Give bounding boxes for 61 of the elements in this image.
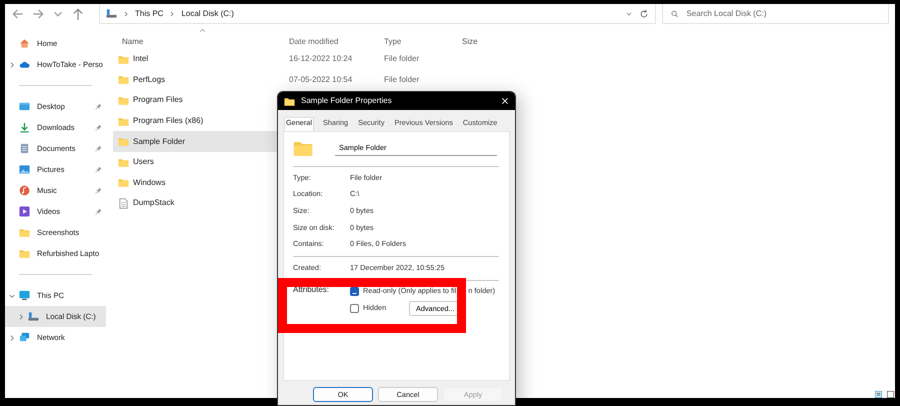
expand-icon[interactable] <box>17 312 25 320</box>
network-icon <box>19 332 30 343</box>
column-header[interactable]: Size <box>462 36 478 49</box>
cloud-icon <box>19 59 30 70</box>
file-name[interactable]: Program Files <box>133 94 183 106</box>
column-header[interactable]: Type <box>384 36 462 49</box>
field-label: Attributes: <box>293 284 330 296</box>
file-name[interactable]: Program Files (x86) <box>133 115 204 128</box>
file-name[interactable]: DumpStack <box>133 197 174 210</box>
checkbox[interactable] <box>350 287 359 296</box>
folder-icon <box>118 54 129 65</box>
file-name[interactable]: Users <box>133 156 154 168</box>
expand-icon[interactable] <box>8 334 16 342</box>
search-icon <box>671 10 678 18</box>
expand-icon[interactable] <box>8 60 16 68</box>
desktop-icon <box>19 101 30 112</box>
folder-icon <box>284 96 295 106</box>
home-icon <box>19 38 30 49</box>
folder-icon <box>118 177 129 188</box>
close-icon[interactable] <box>501 97 509 105</box>
chevron-icon <box>169 10 176 16</box>
document-icon <box>19 143 30 154</box>
folder-icon <box>118 94 129 106</box>
video-icon <box>19 206 30 217</box>
table-cell-text: File folder <box>384 74 420 86</box>
file-icon <box>118 198 129 209</box>
checkbox[interactable] <box>350 304 359 313</box>
picture-icon <box>19 164 30 175</box>
file-name[interactable]: Intel <box>133 53 148 66</box>
folder-icon <box>19 248 30 259</box>
forward-icon[interactable] <box>31 7 45 21</box>
music-icon <box>19 185 30 196</box>
drive-icon <box>106 8 117 19</box>
dropdown-icon[interactable] <box>625 10 633 18</box>
table-cell-text: 07-05-2022 10:54 <box>289 74 354 86</box>
sort-icon <box>199 27 206 34</box>
tiles-view-icon[interactable] <box>886 391 895 398</box>
folder-icon <box>118 74 129 86</box>
table-cell-text: File folder <box>384 53 420 66</box>
back-icon[interactable] <box>11 7 25 21</box>
up-icon[interactable] <box>71 7 85 21</box>
folder-icon <box>118 156 129 168</box>
download-icon <box>19 122 30 133</box>
details-view-icon[interactable] <box>874 391 883 398</box>
chevron-icon <box>123 10 129 16</box>
folder-icon <box>19 227 30 238</box>
drive-icon <box>28 311 39 322</box>
computer-icon <box>19 290 30 301</box>
folder-icon <box>118 116 129 127</box>
refresh-icon[interactable] <box>639 8 649 18</box>
search-field[interactable]: Search Local Disk (C:) <box>684 6 880 20</box>
file-name[interactable]: PerfLogs <box>133 74 166 86</box>
folder-icon <box>118 136 129 148</box>
search-box[interactable]: Search Local Disk (C:) <box>662 4 889 24</box>
column-header[interactable]: Name <box>113 36 289 49</box>
breadcrumb[interactable]: This PC <box>135 8 164 20</box>
column-header[interactable]: Date modified <box>289 36 384 49</box>
table-cell-text: 16-12-2022 10:24 <box>289 53 354 66</box>
window-title: Sample Folder Properties <box>301 95 393 107</box>
breadcrumb[interactable]: Local Disk (C:) <box>181 8 234 20</box>
file-name[interactable]: Windows <box>133 176 166 189</box>
